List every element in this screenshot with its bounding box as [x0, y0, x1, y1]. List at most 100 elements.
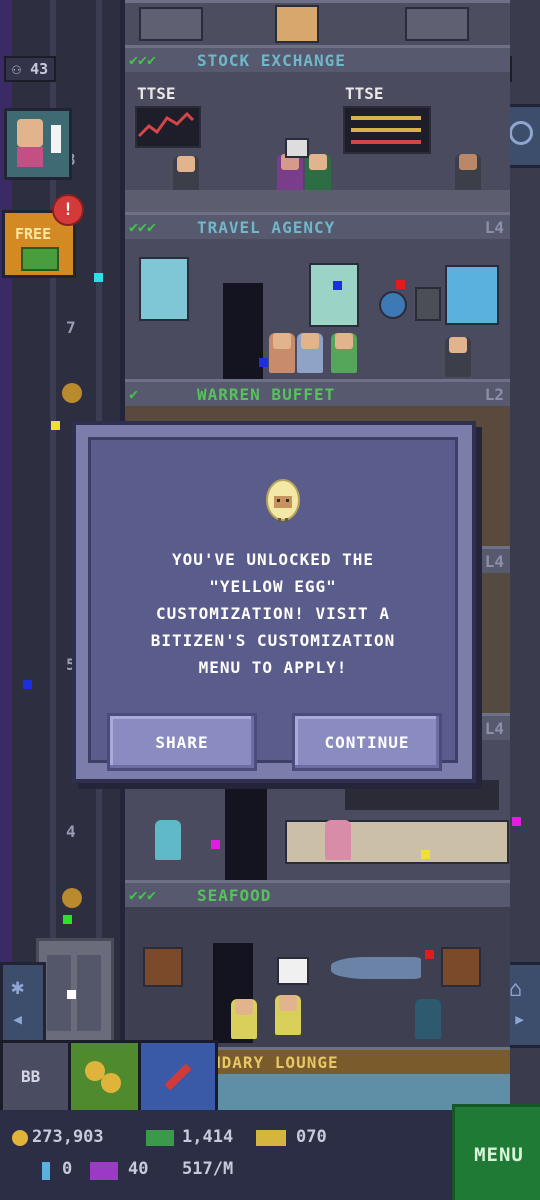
globe-icon [379, 291, 407, 319]
floor-top[interactable] [125, 0, 510, 49]
speech-bubble-icon [285, 138, 309, 158]
floor-stars: ✔✔✔ [129, 218, 157, 236]
arrow-left-icon: ◂ [11, 1007, 25, 1032]
bitizen[interactable] [325, 820, 351, 860]
confetti [51, 421, 60, 430]
floor-level: L2 [484, 385, 504, 404]
population-counter[interactable]: ⚇ 43 [4, 56, 57, 82]
bux-count: 1,414 [182, 1127, 234, 1147]
bitizen[interactable] [415, 999, 441, 1039]
floor-stars: ✔✔✔ [129, 51, 157, 69]
travel-poster [309, 263, 359, 327]
crab-sign-icon [143, 947, 183, 987]
floor-stock-exchange[interactable]: ✔✔✔ STOCK EXCHANGE TTSE TTSE [125, 45, 510, 216]
bitizen-face-icon [17, 119, 43, 147]
confetti [259, 358, 268, 367]
coin-icon [101, 1073, 121, 1093]
arrow-up-icon [164, 1063, 192, 1091]
floor-travel-agency[interactable]: ✔✔✔ TRAVEL AGENCY L4 [125, 212, 510, 383]
coin-icon [12, 1130, 28, 1146]
confetti [63, 915, 72, 924]
elevator-button-icon [62, 383, 82, 403]
key-count: 0 [62, 1159, 73, 1179]
bitizen[interactable] [331, 333, 357, 373]
swordfish-icon [331, 957, 421, 979]
elevator-button-icon [62, 888, 82, 908]
stock-sign: TTSE [345, 84, 384, 103]
coins-button[interactable] [68, 1040, 142, 1116]
confetti [396, 280, 405, 289]
yellow-egg-icon [264, 474, 302, 522]
income-rate: 517/M [182, 1159, 234, 1179]
key-icon [42, 1162, 50, 1180]
floor-level: L4 [484, 552, 504, 571]
go-lobby-button[interactable]: ✱ ◂ [0, 962, 46, 1048]
floor-name: STOCK EXCHANGE [197, 51, 346, 70]
bakery-counter [285, 820, 509, 864]
game-screen: 8 7 5 4 ⚇ 43 ▦ 32 FREE ! ⌂ ▸ ✱ [0, 0, 540, 1200]
confetti [512, 817, 521, 826]
floor-level: L4 [484, 719, 504, 738]
coin-count: 273,903 [32, 1127, 104, 1147]
stock-sign: TTSE [137, 84, 176, 103]
build-floor-button[interactable] [138, 1040, 218, 1116]
bitizen[interactable] [455, 154, 481, 194]
travel-poster [445, 265, 499, 325]
floor-stars: ✔✔✔ [129, 886, 157, 904]
floor-name: NDARY LOUNGE [211, 1053, 339, 1072]
stock-chart-icon [135, 106, 201, 148]
bitizen-notify-button[interactable] [4, 108, 72, 180]
continue-button[interactable]: CONTINUE [292, 713, 442, 771]
bitizen[interactable] [445, 337, 471, 377]
floor-name: TRAVEL AGENCY [197, 218, 336, 237]
travel-poster [139, 257, 189, 321]
bitbook-button[interactable]: BB [0, 1040, 72, 1116]
confetti [67, 990, 76, 999]
dialog-panel: YOU'VE UNLOCKED THE "YELLOW EGG" CUSTOMI… [88, 437, 458, 771]
lobster-bubble-icon [277, 957, 309, 985]
confetti [421, 850, 430, 859]
ticket-count: 070 [296, 1127, 327, 1147]
shaft-floor-number: 4 [66, 822, 76, 841]
stock-board-icon [343, 106, 431, 154]
bux-icon [146, 1130, 174, 1146]
tv-icon [90, 1162, 118, 1180]
floor-name: SEAFOOD [197, 886, 272, 905]
person-icon: ✱ [11, 975, 25, 1000]
confetti [23, 680, 32, 689]
door [223, 283, 263, 383]
bitizen[interactable] [297, 333, 323, 373]
shaft-floor-number: 7 [66, 318, 76, 337]
floor-seafood[interactable]: ✔✔✔ SEAFOOD [125, 880, 510, 1051]
bitizen[interactable] [269, 333, 295, 373]
person-icon: ⚇ [12, 60, 22, 78]
confetti [425, 950, 434, 959]
floor-level: L4 [484, 218, 504, 237]
home-icon: ⌂ [509, 977, 523, 1002]
door [225, 788, 267, 884]
alert-icon [51, 125, 61, 153]
confetti [333, 281, 342, 290]
tv-count: 40 [128, 1159, 149, 1179]
crab-sign-icon [441, 947, 481, 987]
unlock-dialog: YOU'VE UNLOCKED THE "YELLOW EGG" CUSTOMI… [72, 421, 476, 783]
bitizen[interactable] [277, 154, 303, 194]
menu-button[interactable]: MENU [452, 1104, 540, 1200]
confetti [94, 273, 103, 282]
bitizen[interactable] [155, 820, 181, 860]
confetti [211, 840, 220, 849]
dialog-message: YOU'VE UNLOCKED THE "YELLOW EGG" CUSTOMI… [150, 550, 396, 677]
bitizen[interactable] [305, 154, 331, 194]
arrow-right-icon: ▸ [513, 1007, 527, 1032]
floor-stars: ✔ [129, 385, 139, 403]
search-icon [509, 121, 533, 145]
gift-icon [21, 247, 59, 271]
floor-name: WARREN BUFFET [197, 385, 336, 404]
bitizen[interactable] [275, 995, 301, 1035]
menu-board [345, 780, 499, 810]
share-button[interactable]: SHARE [107, 713, 257, 771]
fridge-icon [415, 287, 441, 321]
bitizen[interactable] [231, 999, 257, 1039]
alert-badge-icon: ! [52, 194, 84, 226]
ticket-icon [256, 1130, 286, 1146]
